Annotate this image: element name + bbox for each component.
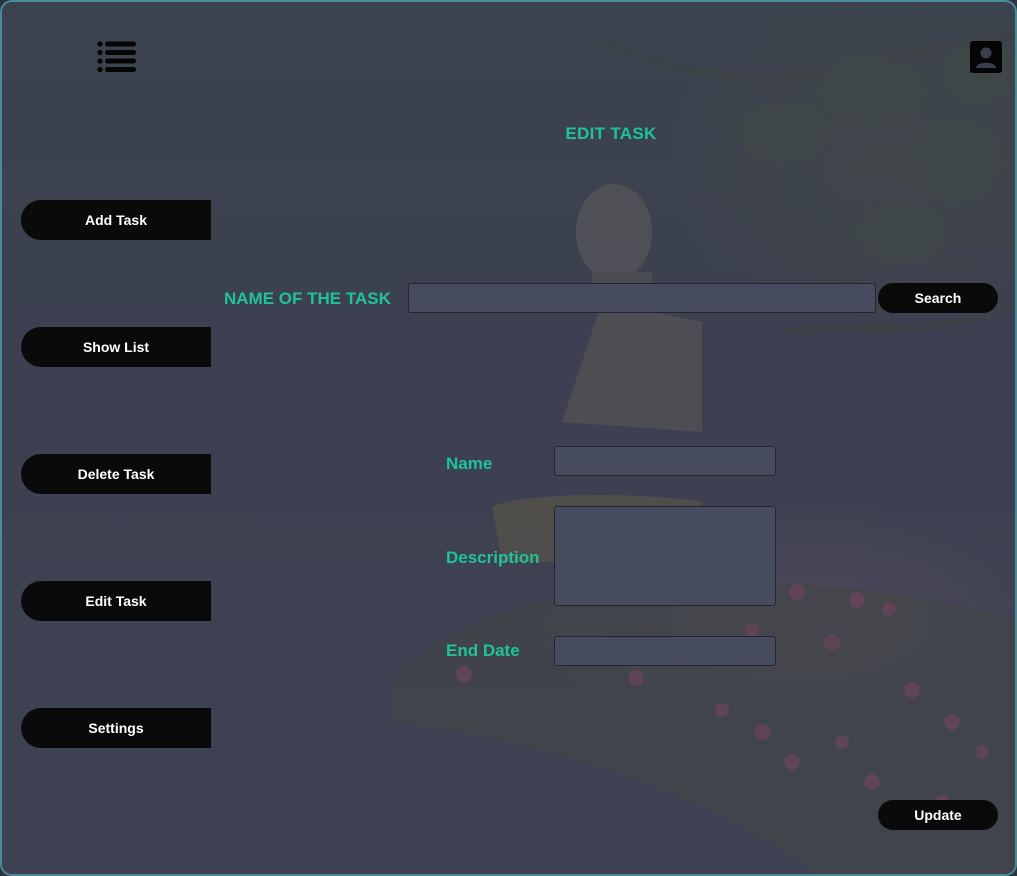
list-icon[interactable] <box>97 40 137 74</box>
end-date-field[interactable] <box>554 636 776 666</box>
page-title: EDIT TASK <box>565 124 657 143</box>
sidebar-item-add-task[interactable]: Add Task <box>21 200 211 240</box>
sidebar-item-settings[interactable]: Settings <box>21 708 211 748</box>
update-button[interactable]: Update <box>878 800 998 830</box>
app-window: EDIT TASK Add Task Show List Delete Task… <box>0 0 1017 876</box>
sidebar-item-edit-task[interactable]: Edit Task <box>21 581 211 621</box>
task-name-search-label: NAME OF THE TASK <box>224 289 391 308</box>
sidebar-item-show-list[interactable]: Show List <box>21 327 211 367</box>
end-date-label: End Date <box>446 641 520 660</box>
task-name-search-input[interactable] <box>408 283 876 313</box>
description-field[interactable] <box>554 506 776 606</box>
description-label: Description <box>446 548 540 567</box>
sidebar-item-delete-task[interactable]: Delete Task <box>21 454 211 494</box>
user-icon[interactable] <box>970 41 1002 73</box>
name-label: Name <box>446 454 493 473</box>
name-field[interactable] <box>554 446 776 476</box>
search-button[interactable]: Search <box>878 283 998 313</box>
